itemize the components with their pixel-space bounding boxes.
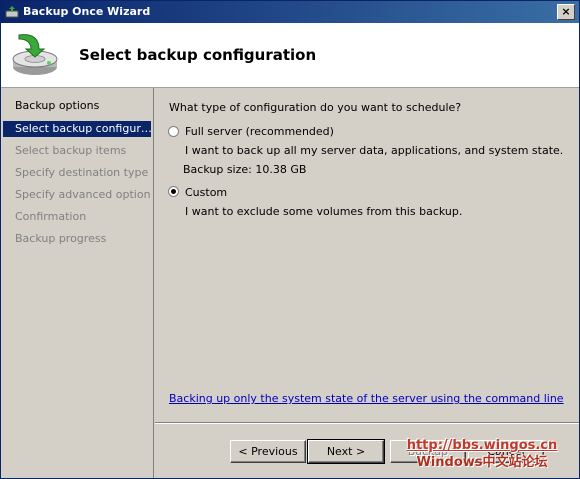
custom-label[interactable]: Custom <box>185 186 227 199</box>
window-title: Backup Once Wizard <box>23 5 151 18</box>
nav-heading: Backup options <box>15 99 100 112</box>
radio-selected-dot <box>171 189 176 194</box>
full-server-label[interactable]: Full server (recommended) <box>185 125 334 138</box>
full-server-description: I want to back up all my server data, ap… <box>185 144 564 157</box>
wizard-header: Select backup configuration <box>1 23 579 88</box>
wizard-nav: Backup options Select backup configur… S… <box>1 88 154 478</box>
watermark-url: http://bbs.wingos.cn <box>406 438 558 453</box>
full-server-radio[interactable] <box>168 126 179 137</box>
custom-description: I want to exclude some volumes from this… <box>185 205 463 218</box>
watermark: http://bbs.wingos.cn Windows中文站论坛 <box>387 437 577 475</box>
command-line-link[interactable]: Backing up only the system state of the … <box>169 392 564 405</box>
nav-item-specify-advanced-option[interactable]: Specify advanced option <box>3 187 151 203</box>
wizard-window: Backup Once Wizard × Select backup confi… <box>0 0 580 479</box>
nav-item-select-backup-configuration[interactable]: Select backup configur… <box>3 121 151 137</box>
page-title: Select backup configuration <box>79 46 317 64</box>
custom-radio[interactable] <box>168 186 179 197</box>
next-button[interactable]: Next > <box>307 439 385 464</box>
nav-item-select-backup-items[interactable]: Select backup items <box>3 143 151 159</box>
nav-item-specify-destination-type[interactable]: Specify destination type <box>3 165 151 181</box>
content-pane: What type of configuration do you want t… <box>155 88 579 421</box>
configuration-question: What type of configuration do you want t… <box>169 101 462 114</box>
backup-app-icon <box>5 6 19 18</box>
backup-disk-icon <box>12 34 58 75</box>
previous-button[interactable]: < Previous <box>230 440 306 463</box>
title-bar[interactable]: Backup Once Wizard × <box>1 1 579 23</box>
backup-size: Backup size: 10.38 GB <box>183 163 307 176</box>
close-button[interactable]: × <box>557 4 575 20</box>
nav-item-confirmation[interactable]: Confirmation <box>3 209 151 225</box>
nav-item-backup-progress[interactable]: Backup progress <box>3 231 151 247</box>
watermark-forum: Windows中文站论坛 <box>416 455 548 470</box>
